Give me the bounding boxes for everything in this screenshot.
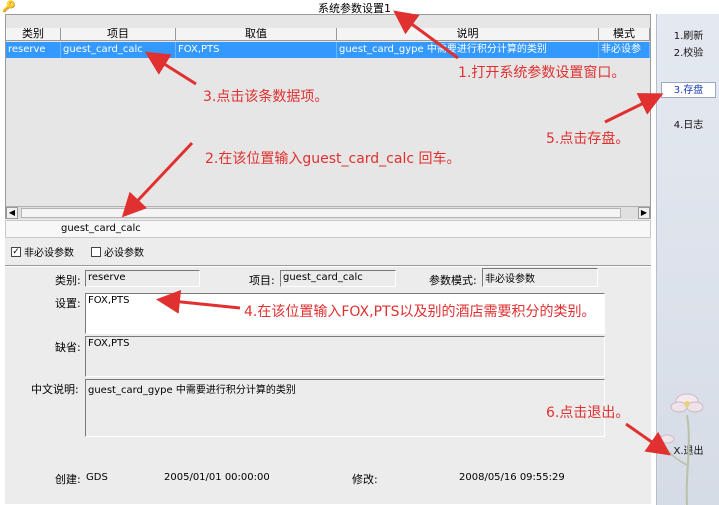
annotation-step-4: 4.在该位置输入FOX,PTS以及别的酒店需要积分的类别。 xyxy=(244,304,596,320)
default-field[interactable]: FOX,PTS xyxy=(85,336,605,377)
item-label: 项目: xyxy=(249,274,275,287)
column-header-mode[interactable]: 模式 xyxy=(599,28,650,41)
title-bar: 🔑 系统参数设置1 xyxy=(0,0,656,15)
setting-label: 设置: xyxy=(55,297,81,310)
scroll-thumb[interactable] xyxy=(21,208,621,218)
flower-decoration-icon xyxy=(659,393,704,505)
category-field[interactable]: reserve xyxy=(85,270,200,287)
cell-value[interactable]: FOX,PTS xyxy=(176,42,337,58)
grid-header: 类别 项目 取值 说明 模式 xyxy=(6,28,650,41)
log-button[interactable]: 4.日志 xyxy=(661,118,716,134)
created-time: 2005/01/01 00:00:00 xyxy=(164,472,270,483)
required-param-checkbox[interactable]: 必设参数 xyxy=(91,244,144,259)
search-input[interactable]: guest_card_calc xyxy=(5,220,651,238)
created-by: GDS xyxy=(86,472,108,483)
optional-param-checkbox[interactable]: ✓ 非必设参数 xyxy=(11,244,74,259)
divider xyxy=(5,265,651,267)
refresh-button[interactable]: 1.刷新 xyxy=(661,29,716,45)
column-header-category[interactable]: 类别 xyxy=(6,28,61,41)
annotation-step-1: 1.打开系统参数设置窗口。 xyxy=(458,65,626,81)
filter-checkboxes: ✓ 非必设参数 必设参数 xyxy=(5,241,651,260)
item-field[interactable]: guest_card_calc xyxy=(280,270,396,287)
save-button[interactable]: 3.存盘 xyxy=(661,82,716,98)
modified-label: 修改: xyxy=(352,473,378,486)
description-label: 中文说明: xyxy=(31,383,79,396)
column-header-description[interactable]: 说明 xyxy=(337,28,599,41)
annotation-step-3: 3.点击该条数据项。 xyxy=(203,89,329,105)
app-icon: 🔑 xyxy=(2,0,16,13)
cell-description[interactable]: guest_card_gype 中需要进行积分计算的类别 xyxy=(337,42,599,58)
annotation-step-2: 2.在该位置输入guest_card_calc 回车。 xyxy=(205,151,461,167)
cell-category[interactable]: reserve xyxy=(6,42,61,58)
cell-mode[interactable]: 非必设参 xyxy=(599,42,650,58)
unchecked-icon xyxy=(91,246,101,257)
scroll-right-icon[interactable]: ▶ xyxy=(638,207,650,219)
category-label: 类别: xyxy=(55,274,81,287)
modified-time: 2008/05/16 09:55:29 xyxy=(459,472,565,483)
column-header-value[interactable]: 取值 xyxy=(176,28,337,41)
annotation-step-6: 6.点击退出。 xyxy=(546,405,630,421)
table-row[interactable]: reserve guest_card_calc FOX,PTS guest_ca… xyxy=(6,42,650,58)
optional-param-label: 非必设参数 xyxy=(24,248,74,259)
parameter-grid: 类别 项目 取值 说明 模式 reserve guest_card_calc F… xyxy=(5,14,651,219)
required-param-label: 必设参数 xyxy=(104,248,144,259)
scroll-left-icon[interactable]: ◀ xyxy=(6,207,18,219)
column-header-item[interactable]: 项目 xyxy=(61,28,176,41)
checked-icon: ✓ xyxy=(11,246,21,257)
annotation-step-5: 5.点击存盘。 xyxy=(546,131,630,147)
description-field[interactable]: guest_card_gype 中需要进行积分计算的类别 xyxy=(85,379,605,437)
verify-button[interactable]: 2.校验 xyxy=(661,46,716,62)
horizontal-scrollbar[interactable]: ◀ ▶ xyxy=(6,206,650,219)
cell-item[interactable]: guest_card_calc xyxy=(61,42,176,58)
default-label: 缺省: xyxy=(55,341,81,354)
created-label: 创建: xyxy=(55,473,81,486)
mode-label: 参数模式: xyxy=(429,274,477,287)
mode-field[interactable]: 非必设参数 xyxy=(482,268,598,287)
action-sidebar: 1.刷新 2.校验 3.存盘 4.日志 X.退出 xyxy=(656,14,719,505)
